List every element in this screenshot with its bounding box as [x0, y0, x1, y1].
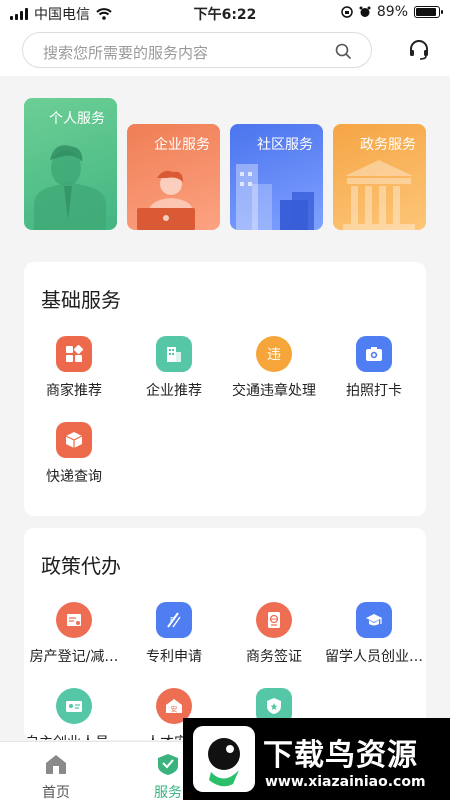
certificate-icon: [56, 602, 92, 638]
service-merchant-recommend[interactable]: 商家推荐: [24, 336, 124, 406]
alarm-icon: [359, 6, 371, 17]
service-label: 专利申请: [146, 649, 202, 665]
service-business-visa[interactable]: 商务签证: [224, 602, 324, 672]
service-label: 房产登记/减…: [29, 649, 119, 665]
card-enterprise-service[interactable]: 企业服务: [127, 124, 220, 230]
buildings-icon: [236, 164, 314, 230]
header: 搜索您所需要的服务内容: [0, 24, 450, 76]
category-cards: 个人服务 企业服务 社区服务 政务服务: [24, 96, 426, 236]
home-icon: [46, 755, 66, 774]
service-traffic-violation[interactable]: 违 交通违章处理: [224, 336, 324, 406]
government-building-icon: [343, 160, 415, 230]
search-placeholder: 搜索您所需要的服务内容: [43, 44, 209, 62]
package-icon: [56, 422, 92, 458]
graduation-cap-icon: [356, 602, 392, 638]
service-overseas-student-startup[interactable]: 留学人员创业…: [324, 602, 424, 672]
service-label: 快递查询: [46, 469, 102, 485]
service-label: 自主创业人员…: [24, 732, 124, 740]
watermark: 下载鸟资源 www.xiazainiao.com: [183, 718, 450, 800]
patent-icon: P: [156, 602, 192, 638]
battery-percent: 89%: [376, 4, 408, 20]
grid-icon: [56, 336, 92, 372]
service-self-employed[interactable]: 自主创业人员…: [24, 688, 124, 740]
camera-icon: [356, 336, 392, 372]
svg-text:违: 违: [267, 347, 281, 363]
card-label: 社区服务: [257, 137, 313, 153]
battery-icon: [414, 6, 443, 18]
service-express-query[interactable]: 快递查询: [24, 422, 124, 492]
card-label: 企业服务: [154, 137, 210, 153]
status-right: 89%: [341, 4, 443, 20]
watermark-url: www.xiazainiao.com: [265, 774, 426, 790]
card-label: 个人服务: [49, 111, 105, 127]
card-label: 政务服务: [360, 137, 416, 153]
service-label: 商务签证: [246, 649, 302, 665]
service-patent-application[interactable]: P 专利申请: [124, 602, 224, 672]
laptop-worker-icon: [137, 170, 195, 230]
building-icon: [156, 336, 192, 372]
section-title: 基础服务: [41, 288, 121, 312]
service-enterprise-recommend[interactable]: 企业推荐: [124, 336, 224, 406]
person-icon: [34, 145, 106, 230]
policy-services-section: 政策代办 房产登记/减… P 专利申请 商务签证 留学人员创业… 自主创业人员……: [24, 528, 426, 740]
tab-label: 首页: [42, 785, 70, 800]
customer-service-icon[interactable]: [408, 39, 430, 61]
card-community-service[interactable]: 社区服务: [230, 124, 323, 230]
watermark-title: 下载鸟资源: [263, 738, 418, 773]
service-label: 企业推荐: [146, 383, 202, 399]
service-property-registration[interactable]: 房产登记/减…: [24, 602, 124, 672]
passport-icon: [256, 602, 292, 638]
id-card-icon: [56, 688, 92, 724]
violation-icon: 违: [256, 336, 292, 372]
service-icon: [158, 754, 178, 775]
section-title: 政策代办: [41, 554, 121, 578]
search-bar[interactable]: 搜索您所需要的服务内容: [22, 32, 372, 68]
svg-text:P: P: [170, 616, 174, 624]
bird-logo-icon: [193, 726, 255, 792]
rotation-lock-icon: [341, 6, 353, 18]
service-label: 拍照打卡: [346, 383, 402, 399]
search-icon[interactable]: [335, 43, 351, 59]
svg-text:安: 安: [171, 705, 178, 714]
card-government-service[interactable]: 政务服务: [333, 124, 426, 230]
card-personal-service[interactable]: 个人服务: [24, 98, 117, 230]
service-label: 商家推荐: [46, 383, 102, 399]
service-label: 留学人员创业…: [325, 649, 423, 665]
service-photo-checkin[interactable]: 拍照打卡: [324, 336, 424, 406]
tab-home[interactable]: 首页: [0, 742, 112, 800]
status-bar: 中国电信 下午6:22 89%: [0, 0, 450, 24]
basic-services-section: 基础服务 商家推荐 企业推荐 违 交通违章处理 拍照打卡 快递查询: [24, 262, 426, 516]
service-label: 交通违章处理: [232, 383, 316, 399]
